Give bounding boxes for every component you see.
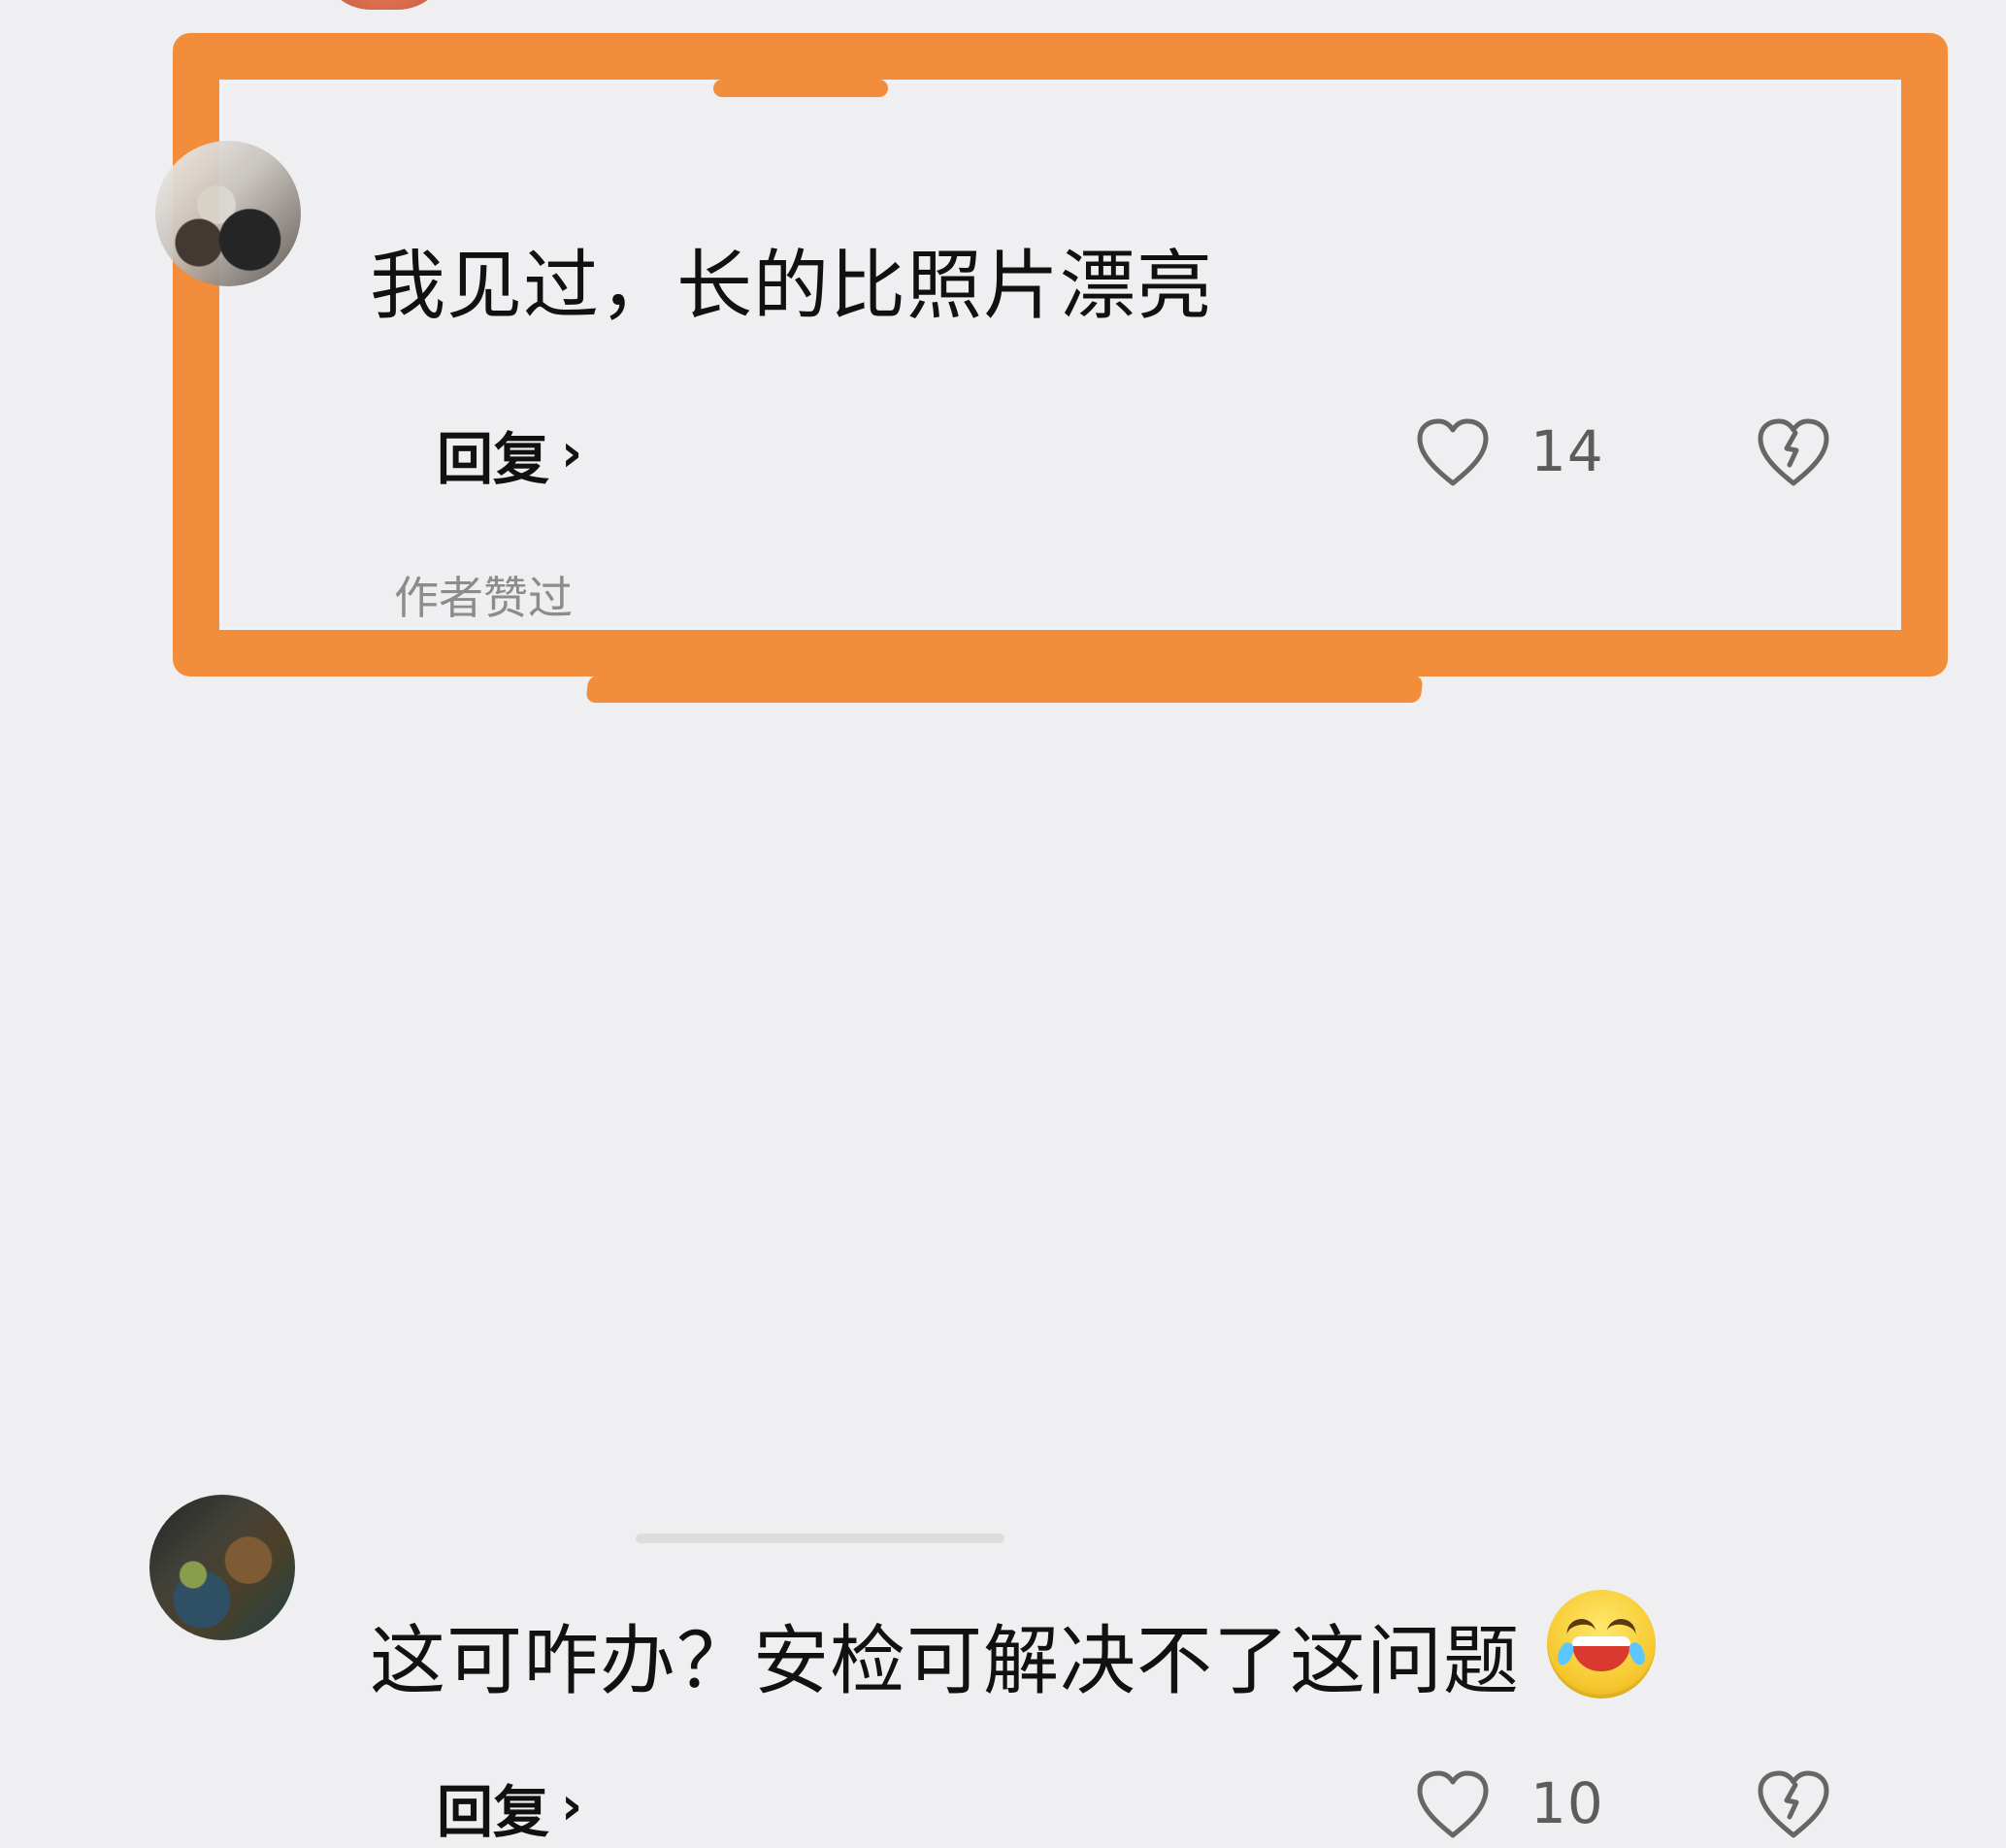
like-control[interactable]: 14 xyxy=(1412,415,1608,487)
heart-icon xyxy=(1417,1770,1489,1838)
comment-thread: 我见过，长的比照片漂亮 回复 › 14 作者赞过 这可咋办？安检可解决不了这问题 xyxy=(0,0,2006,1845)
avatar[interactable] xyxy=(149,1495,295,1640)
emoji-tear-right xyxy=(1626,1640,1648,1667)
dislike-button[interactable] xyxy=(1753,1767,1834,1839)
reply-button[interactable]: 回复 › xyxy=(437,1766,582,1848)
comment-text-content: 这可咋办？安检可解决不了这问题 xyxy=(370,1618,1521,1705)
like-count: 14 xyxy=(1530,418,1604,484)
author-liked-label: 作者赞过 xyxy=(394,572,573,624)
reply-label: 回复 xyxy=(437,1779,550,1845)
highlight-brush-top xyxy=(713,80,888,97)
broken-heart-icon xyxy=(1758,418,1829,486)
heart-icon xyxy=(1417,418,1489,486)
comment-card-2: 这可咋办？安检可解决不了这问题 回复 › 10 xyxy=(0,738,2006,1845)
comment-text: 我见过，长的比照片漂亮 xyxy=(370,243,1214,330)
reply-button[interactable]: 回复 › xyxy=(437,413,582,495)
chevron-right-icon: › xyxy=(561,422,583,483)
username-placeholder xyxy=(636,1534,1004,1543)
reply-label: 回复 xyxy=(437,426,550,492)
comment-text: 这可咋办？安检可解决不了这问题 xyxy=(370,1590,1656,1704)
emoji-tear-left xyxy=(1554,1640,1576,1667)
broken-heart-icon xyxy=(1758,1770,1829,1838)
emoji-mouth xyxy=(1571,1636,1630,1671)
like-control[interactable]: 10 xyxy=(1412,1767,1608,1839)
like-count: 10 xyxy=(1530,1770,1604,1836)
laughing-tears-emoji-icon xyxy=(1546,1590,1656,1699)
chevron-right-icon: › xyxy=(561,1775,583,1836)
highlight-brush-underline xyxy=(585,676,1424,703)
dislike-button[interactable] xyxy=(1753,415,1834,487)
avatar[interactable] xyxy=(155,141,301,286)
